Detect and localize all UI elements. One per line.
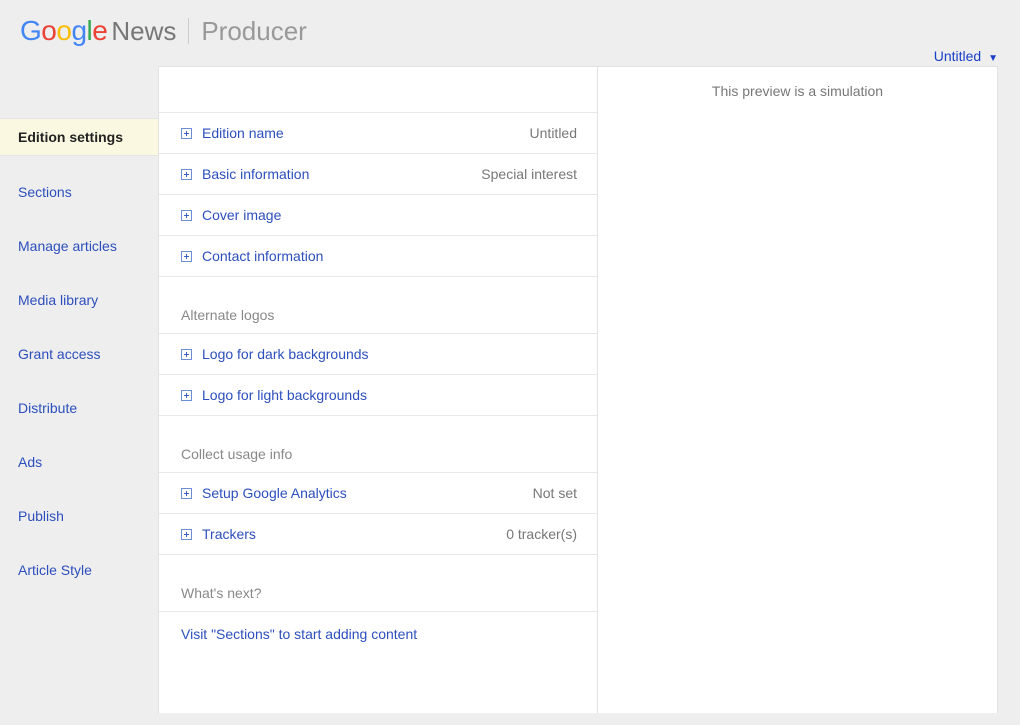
preview-message: This preview is a simulation [598, 67, 997, 115]
preview-column: This preview is a simulation [598, 66, 998, 713]
sidebar-item-distribute[interactable]: Distribute [0, 390, 158, 426]
expand-icon [181, 349, 192, 360]
row-trackers[interactable]: Trackers 0 tracker(s) [159, 514, 597, 555]
row-label: Edition name [202, 125, 530, 141]
row-value: 0 tracker(s) [506, 526, 577, 542]
row-google-analytics[interactable]: Setup Google Analytics Not set [159, 473, 597, 514]
section-alternate-logos: Alternate logos [159, 277, 597, 334]
section-collect-usage: Collect usage info [159, 416, 597, 473]
section-whats-next: What's next? [159, 555, 597, 612]
expand-icon [181, 169, 192, 180]
sidebar-item-manage-articles[interactable]: Manage articles [0, 228, 158, 264]
row-value: Not set [533, 485, 577, 501]
row-basic-information[interactable]: Basic information Special interest [159, 154, 597, 195]
expand-icon [181, 529, 192, 540]
expand-icon [181, 210, 192, 221]
sidebar-item-grant-access[interactable]: Grant access [0, 336, 158, 372]
main-column: Edition name Untitled Basic information … [158, 66, 598, 713]
visit-sections-link[interactable]: Visit "Sections" to start adding content [159, 612, 597, 656]
expand-icon [181, 128, 192, 139]
row-cover-image[interactable]: Cover image [159, 195, 597, 236]
row-label: Basic information [202, 166, 481, 182]
edition-dropdown-label: Untitled [934, 48, 981, 64]
row-value: Untitled [530, 125, 577, 141]
row-logo-dark[interactable]: Logo for dark backgrounds [159, 334, 597, 375]
sidebar-item-edition-settings[interactable]: Edition settings [0, 118, 158, 156]
row-label: Cover image [202, 207, 577, 223]
edition-dropdown[interactable]: Untitled ▼ [934, 48, 998, 64]
layout: Edition settings Sections Manage article… [0, 66, 1020, 713]
divider [188, 18, 189, 44]
row-logo-light[interactable]: Logo for light backgrounds [159, 375, 597, 416]
row-label: Trackers [202, 526, 506, 542]
chevron-down-icon: ▼ [988, 53, 998, 64]
row-contact-information[interactable]: Contact information [159, 236, 597, 277]
google-logo: Google [20, 15, 107, 47]
producer-word: Producer [201, 16, 307, 47]
header: Google News Producer Untitled ▼ [0, 0, 1020, 52]
row-value: Special interest [481, 166, 577, 182]
sidebar-item-sections[interactable]: Sections [0, 174, 158, 210]
row-label: Logo for dark backgrounds [202, 346, 577, 362]
expand-icon [181, 488, 192, 499]
row-label: Contact information [202, 248, 577, 264]
row-edition-name[interactable]: Edition name Untitled [159, 113, 597, 154]
row-label: Setup Google Analytics [202, 485, 533, 501]
sidebar: Edition settings Sections Manage article… [0, 66, 158, 713]
sidebar-item-ads[interactable]: Ads [0, 444, 158, 480]
sidebar-item-article-style[interactable]: Article Style [0, 552, 158, 588]
expand-icon [181, 251, 192, 262]
sidebar-item-media-library[interactable]: Media library [0, 282, 158, 318]
row-label: Logo for light backgrounds [202, 387, 577, 403]
expand-icon [181, 390, 192, 401]
news-word: News [111, 16, 176, 47]
sidebar-item-publish[interactable]: Publish [0, 498, 158, 534]
main-header-spacer [159, 67, 597, 113]
app-logo: Google News Producer [20, 14, 1000, 47]
